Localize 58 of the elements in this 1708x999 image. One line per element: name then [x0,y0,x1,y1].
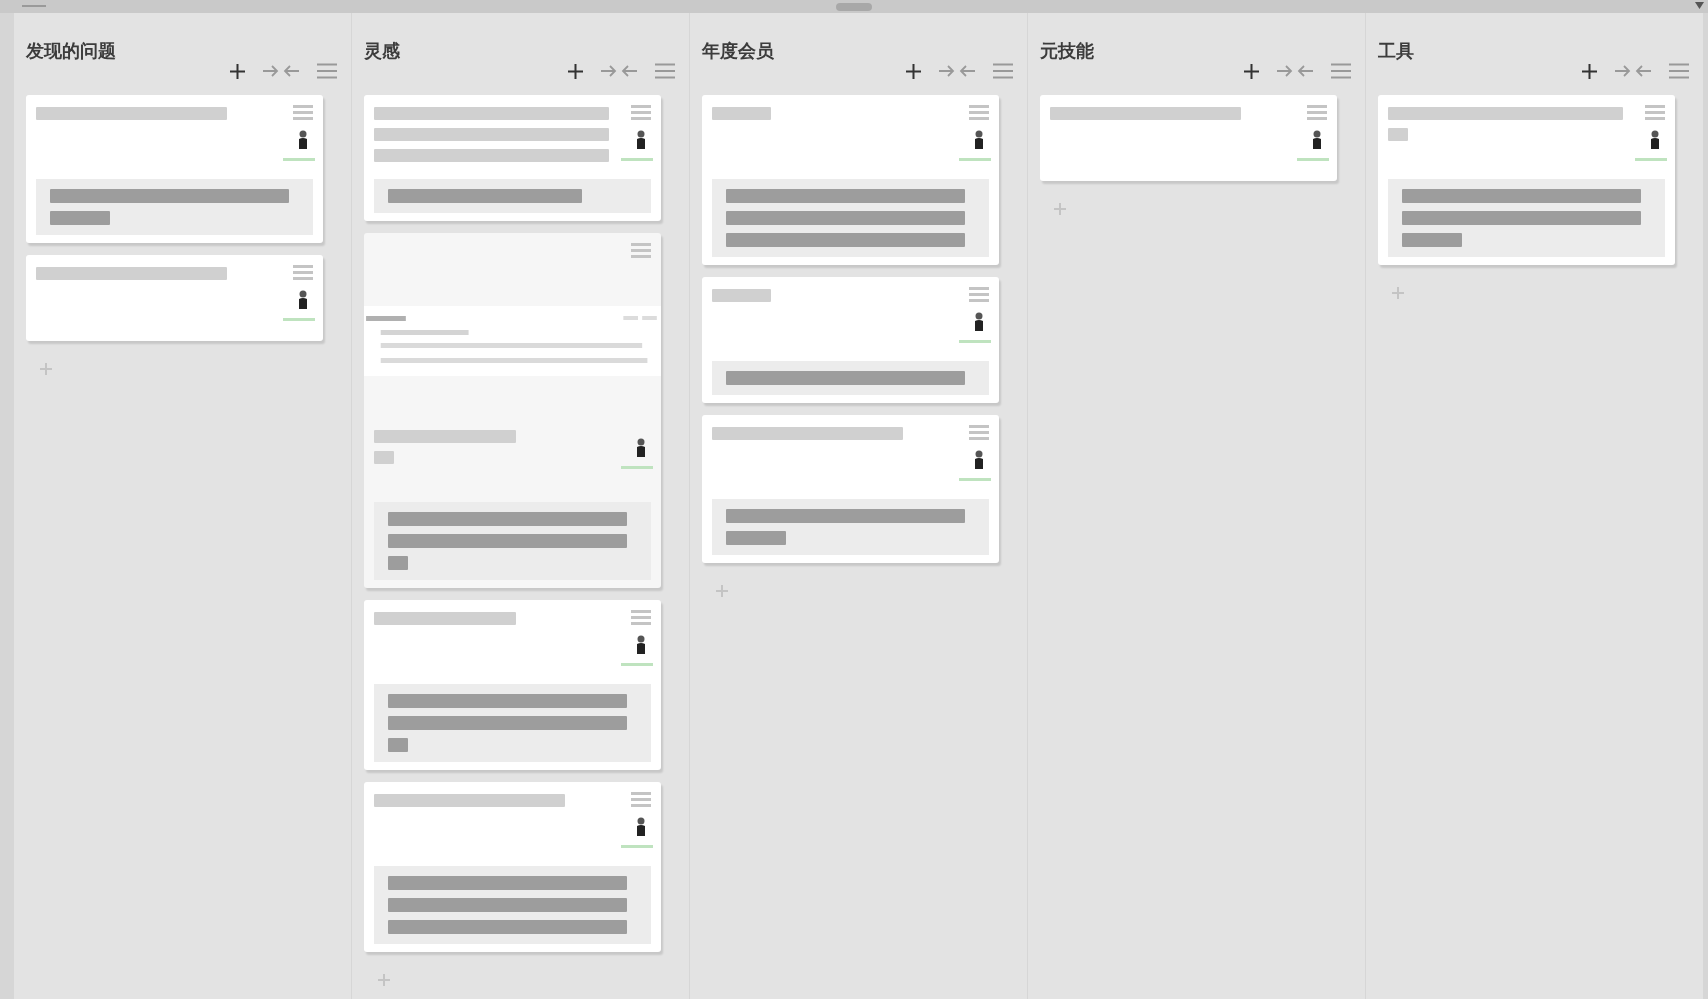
collapse-icon[interactable] [1277,64,1313,78]
menu-icon[interactable] [1307,105,1327,120]
menu-icon[interactable] [293,105,313,120]
menu-icon[interactable] [1331,63,1351,79]
add-icon[interactable] [40,363,52,375]
menu-icon[interactable] [631,105,651,120]
redacted-text [712,289,771,302]
plus-icon[interactable] [230,63,245,79]
plus-icon[interactable] [1244,63,1259,79]
menu-icon[interactable] [631,610,651,625]
redacted-text [1402,233,1462,247]
status-line [621,663,653,666]
menu-icon[interactable] [631,243,651,258]
column-title: 灵感 [364,40,401,63]
status-line [621,158,653,161]
status-line [283,318,315,321]
collapse-icon[interactable] [601,64,637,78]
collapse-icon[interactable] [939,64,975,78]
menu-icon[interactable] [655,63,675,79]
status-line [959,340,991,343]
dropdown-icon[interactable] [1695,2,1704,9]
redacted-text [1388,128,1408,141]
status-line [283,158,315,161]
redacted-text [388,738,408,752]
status-line [959,478,991,481]
menu-icon[interactable] [1645,105,1665,120]
status-line [621,466,653,469]
collapse-icon[interactable] [1615,64,1651,78]
column-title: 年度会员 [702,40,775,63]
plus-icon[interactable] [568,63,583,79]
menu-icon[interactable] [317,63,337,79]
column-title: 工具 [1378,40,1415,63]
plus-icon[interactable] [906,63,921,79]
status-line [959,158,991,161]
menu-icon[interactable] [969,287,989,302]
add-icon[interactable] [716,585,728,597]
status-line [621,845,653,848]
column-title: 发现的问题 [26,40,117,63]
menu-icon[interactable] [1669,63,1689,79]
collapse-icon[interactable] [263,64,299,78]
redacted-text [374,451,394,464]
redacted-text [388,556,408,570]
add-icon[interactable] [378,974,390,986]
column-title: 元技能 [1040,40,1095,63]
status-line [1635,158,1667,161]
menu-icon[interactable] [969,425,989,440]
redacted-title [836,3,872,11]
status-line [1297,158,1329,161]
add-icon[interactable] [1392,287,1404,299]
redacted-text [712,107,771,120]
menu-icon[interactable] [969,105,989,120]
redacted-text [726,531,786,545]
redacted-text [50,211,110,225]
plus-icon[interactable] [1582,63,1597,79]
menu-icon[interactable] [631,792,651,807]
menu-icon[interactable] [993,63,1013,79]
menu-icon[interactable] [293,265,313,280]
add-icon[interactable] [1054,203,1066,215]
